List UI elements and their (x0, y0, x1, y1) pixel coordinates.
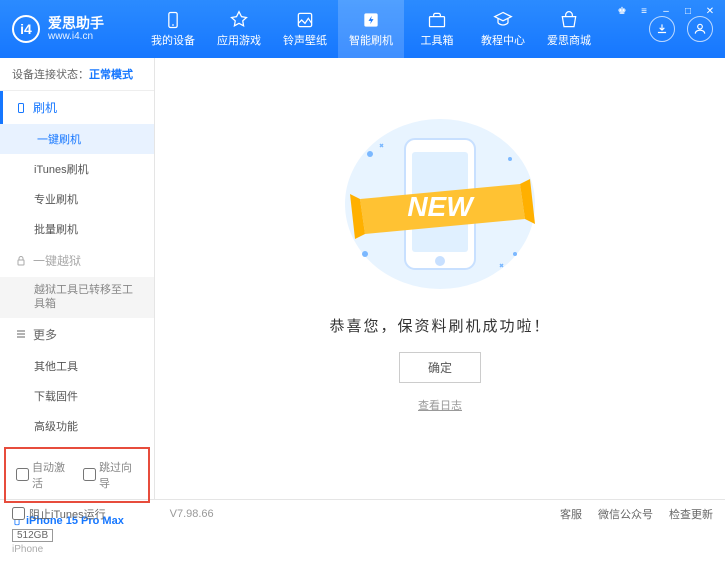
nav-ringtones[interactable]: 铃声壁纸 (272, 0, 338, 58)
status-label: 设备连接状态： (12, 69, 89, 81)
nav-toolbox[interactable]: 工具箱 (404, 0, 470, 58)
user-icon (693, 22, 707, 36)
storage-badge: 512GB (12, 529, 53, 542)
sidebar-item-pro-flash[interactable]: 专业刷机 (0, 184, 154, 214)
nav-label: 工具箱 (421, 32, 454, 48)
skip-guide-checkbox[interactable]: 跳过向导 (83, 459, 138, 491)
skip-guide-input[interactable] (83, 468, 96, 481)
menu-icon[interactable]: ≡ (637, 4, 651, 18)
footer-link-update[interactable]: 检查更新 (669, 506, 713, 522)
sidebar-jailbreak-note: 越狱工具已转移至工具箱 (0, 277, 154, 318)
lock-icon (15, 255, 27, 267)
sidebar-section-jailbreak[interactable]: 一键越狱 (0, 244, 154, 277)
sidebar-item-other-tools[interactable]: 其他工具 (0, 351, 154, 381)
apps-icon (229, 10, 249, 30)
logo-icon: i4 (12, 15, 40, 43)
nav-label: 铃声壁纸 (283, 32, 327, 48)
sidebar-item-download-firmware[interactable]: 下载固件 (0, 381, 154, 411)
store-icon (559, 10, 579, 30)
footer-link-support[interactable]: 客服 (560, 506, 582, 522)
trophy-icon[interactable]: ♚ (615, 4, 629, 18)
sidebar-item-advanced[interactable]: 高级功能 (0, 411, 154, 441)
sidebar-item-batch-flash[interactable]: 批量刷机 (0, 214, 154, 244)
flash-icon (361, 10, 381, 30)
main-nav: 我的设备 应用游戏 铃声壁纸 智能刷机 工具箱 教程中心 爱思商城 (140, 0, 602, 58)
checkbox-label: 阻止iTunes运行 (29, 506, 106, 522)
section-label: 一键越狱 (33, 252, 81, 269)
nav-smart-flash[interactable]: 智能刷机 (338, 0, 404, 58)
version-label: V7.98.66 (170, 508, 214, 520)
section-label: 更多 (33, 326, 57, 343)
nav-label: 应用游戏 (217, 32, 261, 48)
section-label: 刷机 (33, 99, 57, 116)
maximize-icon[interactable]: □ (681, 4, 695, 18)
device-type: iPhone (12, 544, 142, 555)
minimize-icon[interactable]: – (659, 4, 673, 18)
phone-icon (15, 102, 27, 114)
nav-label: 教程中心 (481, 32, 525, 48)
ok-button[interactable]: 确定 (399, 352, 481, 383)
user-button[interactable] (687, 16, 713, 42)
block-itunes-input[interactable] (12, 507, 25, 520)
download-button[interactable] (649, 16, 675, 42)
checkbox-label: 跳过向导 (99, 459, 138, 491)
auto-activate-input[interactable] (16, 468, 29, 481)
sidebar: 设备连接状态：正常模式 刷机 一键刷机 iTunes刷机 专业刷机 批量刷机 一… (0, 58, 155, 499)
sidebar-item-onekey-flash[interactable]: 一键刷机 (0, 124, 154, 154)
nav-apps-games[interactable]: 应用游戏 (206, 0, 272, 58)
wallpaper-icon (295, 10, 315, 30)
device-icon (163, 10, 183, 30)
block-itunes-checkbox[interactable]: 阻止iTunes运行 (12, 506, 106, 522)
new-banner-text: NEW (407, 191, 475, 222)
status-mode: 正常模式 (89, 69, 133, 81)
sidebar-section-flash[interactable]: 刷机 (0, 91, 154, 124)
success-message: 恭喜您，保资料刷机成功啦！ (329, 315, 550, 336)
close-icon[interactable]: ✕ (703, 4, 717, 18)
sidebar-item-itunes-flash[interactable]: iTunes刷机 (0, 154, 154, 184)
nav-label: 智能刷机 (349, 32, 393, 48)
checkbox-label: 自动激活 (32, 459, 71, 491)
download-icon (655, 22, 669, 36)
nav-tutorials[interactable]: 教程中心 (470, 0, 536, 58)
main-content: NEW 恭喜您，保资料刷机成功啦！ 确定 查看日志 (155, 58, 725, 499)
connection-status: 设备连接状态：正常模式 (0, 58, 154, 91)
toolbox-icon (427, 10, 447, 30)
logo-subtitle: www.i4.cn (48, 31, 104, 42)
logo-title: 爱思助手 (48, 16, 104, 31)
logo[interactable]: i4 爱思助手 www.i4.cn (12, 15, 140, 43)
view-log-link[interactable]: 查看日志 (418, 397, 462, 413)
success-illustration: NEW (330, 114, 550, 297)
nav-label: 爱思商城 (547, 32, 591, 48)
nav-my-device[interactable]: 我的设备 (140, 0, 206, 58)
more-icon (15, 328, 27, 340)
auto-activate-checkbox[interactable]: 自动激活 (16, 459, 71, 491)
tutorial-icon (493, 10, 513, 30)
sidebar-section-more[interactable]: 更多 (0, 318, 154, 351)
nav-store[interactable]: 爱思商城 (536, 0, 602, 58)
nav-label: 我的设备 (151, 32, 195, 48)
footer-link-wechat[interactable]: 微信公众号 (598, 506, 653, 522)
activation-options: 自动激活 跳过向导 (4, 447, 150, 503)
